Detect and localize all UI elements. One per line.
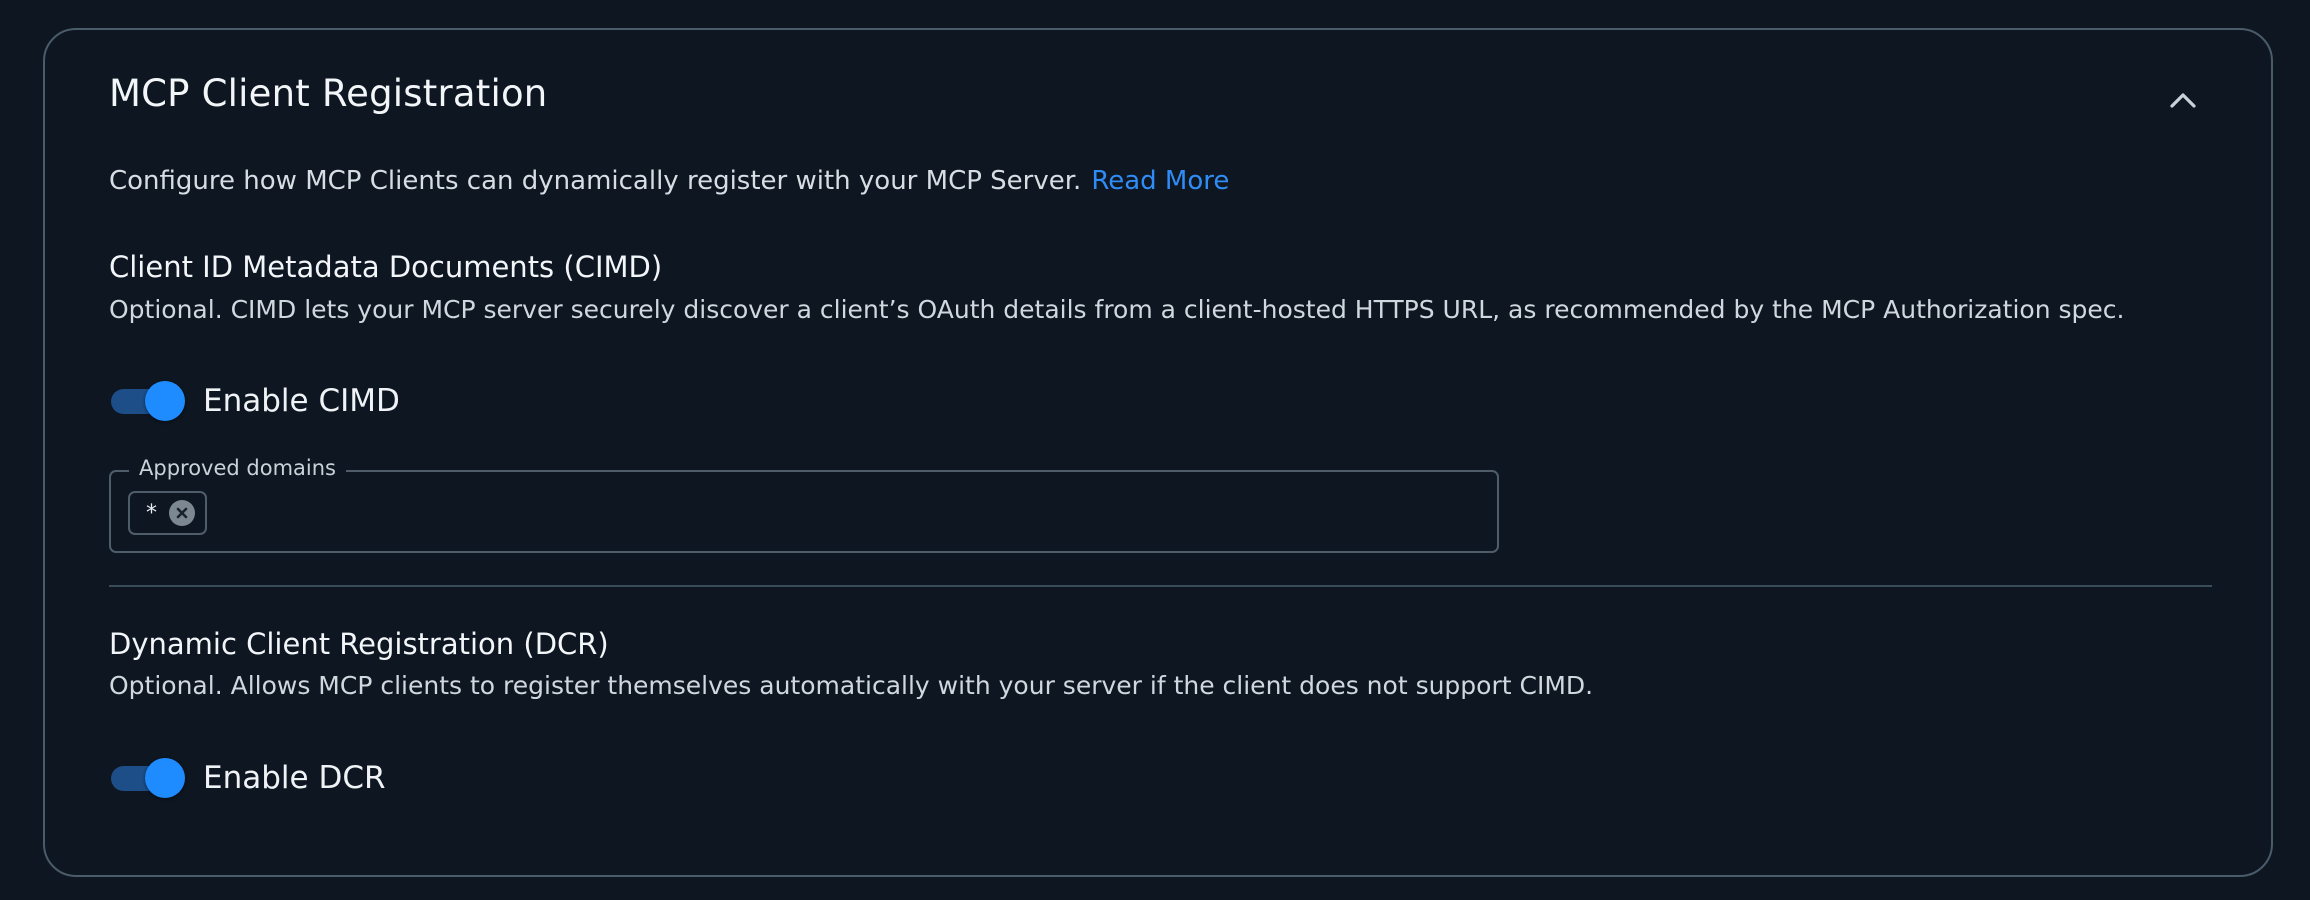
remove-domain-button[interactable] bbox=[169, 500, 195, 526]
cimd-section-description: Optional. CIMD lets your MCP server secu… bbox=[109, 295, 2125, 324]
dcr-section-description: Optional. Allows MCP clients to register… bbox=[109, 671, 1594, 700]
panel-title: MCP Client Registration bbox=[109, 72, 548, 115]
chevron-up-icon bbox=[2170, 93, 2196, 108]
close-icon bbox=[176, 507, 188, 519]
mcp-client-registration-panel: MCP Client Registration Configure how MC… bbox=[43, 28, 2273, 877]
enable-dcr-label: Enable DCR bbox=[203, 760, 386, 796]
cimd-section-title: Client ID Metadata Documents (CIMD) bbox=[109, 250, 663, 284]
cimd-switch-thumb bbox=[145, 381, 185, 421]
dcr-section-title: Dynamic Client Registration (DCR) bbox=[109, 627, 609, 661]
cimd-switch[interactable] bbox=[109, 380, 185, 422]
domain-chip: * bbox=[128, 491, 207, 535]
section-divider bbox=[109, 585, 2212, 587]
intro-text: Configure how MCP Clients can dynamicall… bbox=[109, 166, 1229, 196]
dcr-switch-thumb bbox=[145, 758, 185, 798]
read-more-link[interactable]: Read More bbox=[1091, 166, 1229, 196]
enable-cimd-toggle[interactable]: Enable CIMD bbox=[109, 380, 400, 422]
approved-domains-label: Approved domains bbox=[129, 456, 346, 480]
dcr-switch[interactable] bbox=[109, 757, 185, 799]
approved-domains-field[interactable]: Approved domains * bbox=[109, 456, 1499, 553]
enable-cimd-label: Enable CIMD bbox=[203, 383, 400, 419]
domain-chip-label: * bbox=[146, 500, 157, 526]
intro-description: Configure how MCP Clients can dynamicall… bbox=[109, 166, 1082, 196]
enable-dcr-toggle[interactable]: Enable DCR bbox=[109, 757, 386, 799]
collapse-button[interactable] bbox=[2161, 78, 2205, 122]
